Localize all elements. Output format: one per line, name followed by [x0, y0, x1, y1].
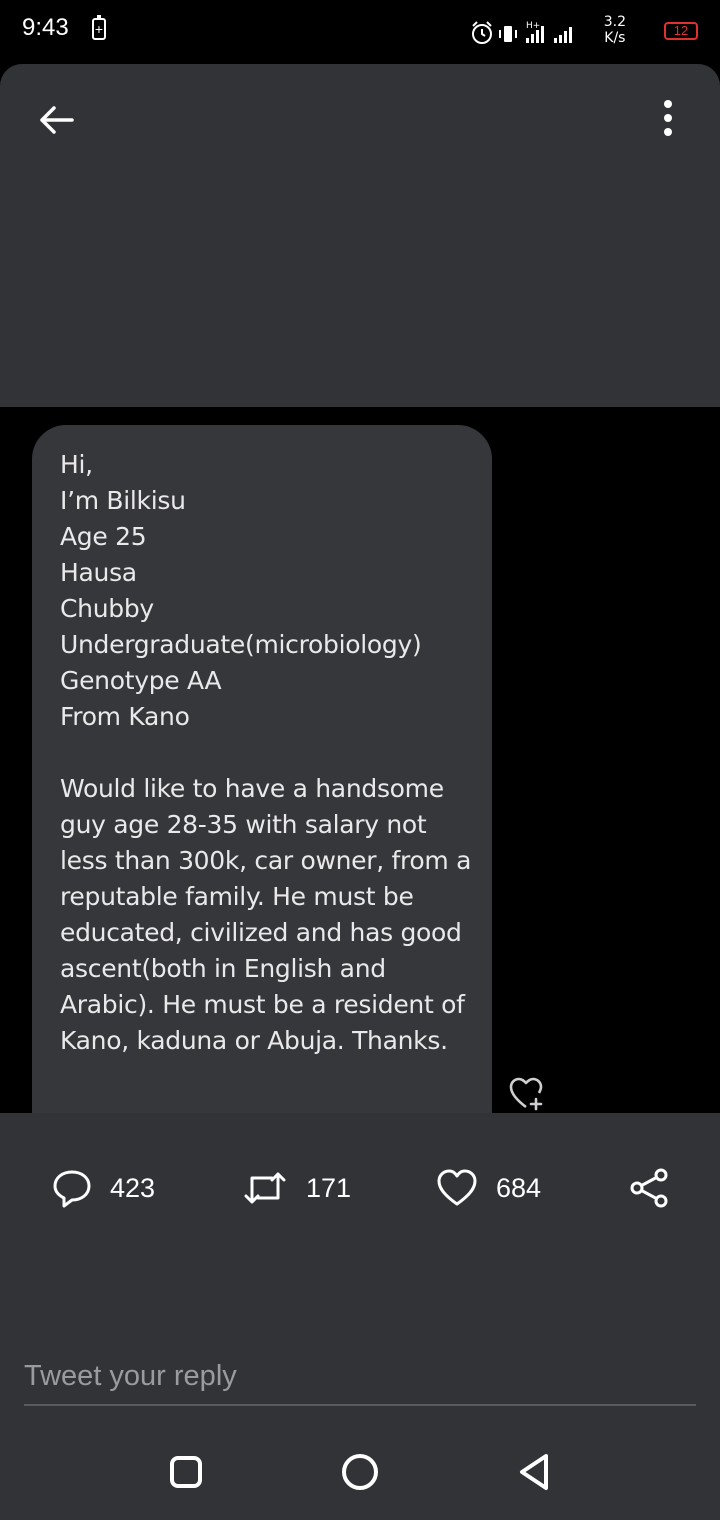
reply-count: 423 [110, 1172, 156, 1203]
heart-add-icon [509, 1077, 543, 1111]
alarm-icon [472, 21, 492, 44]
more-options-button[interactable] [652, 98, 684, 142]
share-icon [630, 1168, 668, 1208]
tweet-image[interactable]: Hi, I’m Bilkisu Age 25 Hausa Chubby Unde… [0, 407, 720, 1113]
vibrate-icon [499, 26, 517, 42]
retweet-button[interactable]: 171 [242, 1166, 351, 1210]
battery-indicator: 12 [664, 22, 698, 40]
status-time: 9:43 [22, 14, 69, 41]
nav-back-button[interactable] [512, 1450, 556, 1494]
share-button[interactable] [628, 1166, 670, 1210]
net-speed-unit: K/s [604, 30, 626, 46]
more-vertical-icon [664, 100, 672, 136]
message-text: Hi, I’m Bilkisu Age 25 Hausa Chubby Unde… [60, 450, 472, 1055]
reply-button[interactable]: 423 [52, 1166, 155, 1210]
circle-icon [342, 1454, 378, 1490]
media-header-panel [0, 64, 720, 407]
battery-saver-icon: + [92, 15, 106, 40]
net-speed: 3.2 K/s [604, 14, 626, 46]
triangle-back-icon [520, 1454, 548, 1490]
signal-icon: H+ [526, 21, 544, 43]
status-bar: 9:43 + H+ 3.2 K/s 12 [0, 0, 720, 64]
retweet-icon [244, 1172, 286, 1204]
back-button[interactable] [36, 100, 76, 140]
like-button[interactable]: 684 [436, 1166, 541, 1210]
status-icons: H+ [472, 21, 572, 44]
like-count: 684 [496, 1172, 542, 1203]
signal-icon-2 [554, 27, 572, 43]
nav-home-button[interactable] [338, 1450, 382, 1494]
nav-recents-button[interactable] [164, 1450, 208, 1494]
status-right: H+ 3.2 K/s 12 [458, 12, 698, 52]
reply-icon [53, 1170, 91, 1208]
square-icon [170, 1456, 202, 1488]
heart-icon [437, 1169, 477, 1206]
retweet-count: 171 [306, 1172, 352, 1203]
net-speed-value: 3.2 [603, 14, 626, 30]
battery-saver-glyph: + [94, 21, 104, 37]
reply-input[interactable] [24, 1348, 696, 1406]
arrow-left-icon [40, 106, 74, 134]
svg-text:H+: H+ [526, 21, 540, 31]
